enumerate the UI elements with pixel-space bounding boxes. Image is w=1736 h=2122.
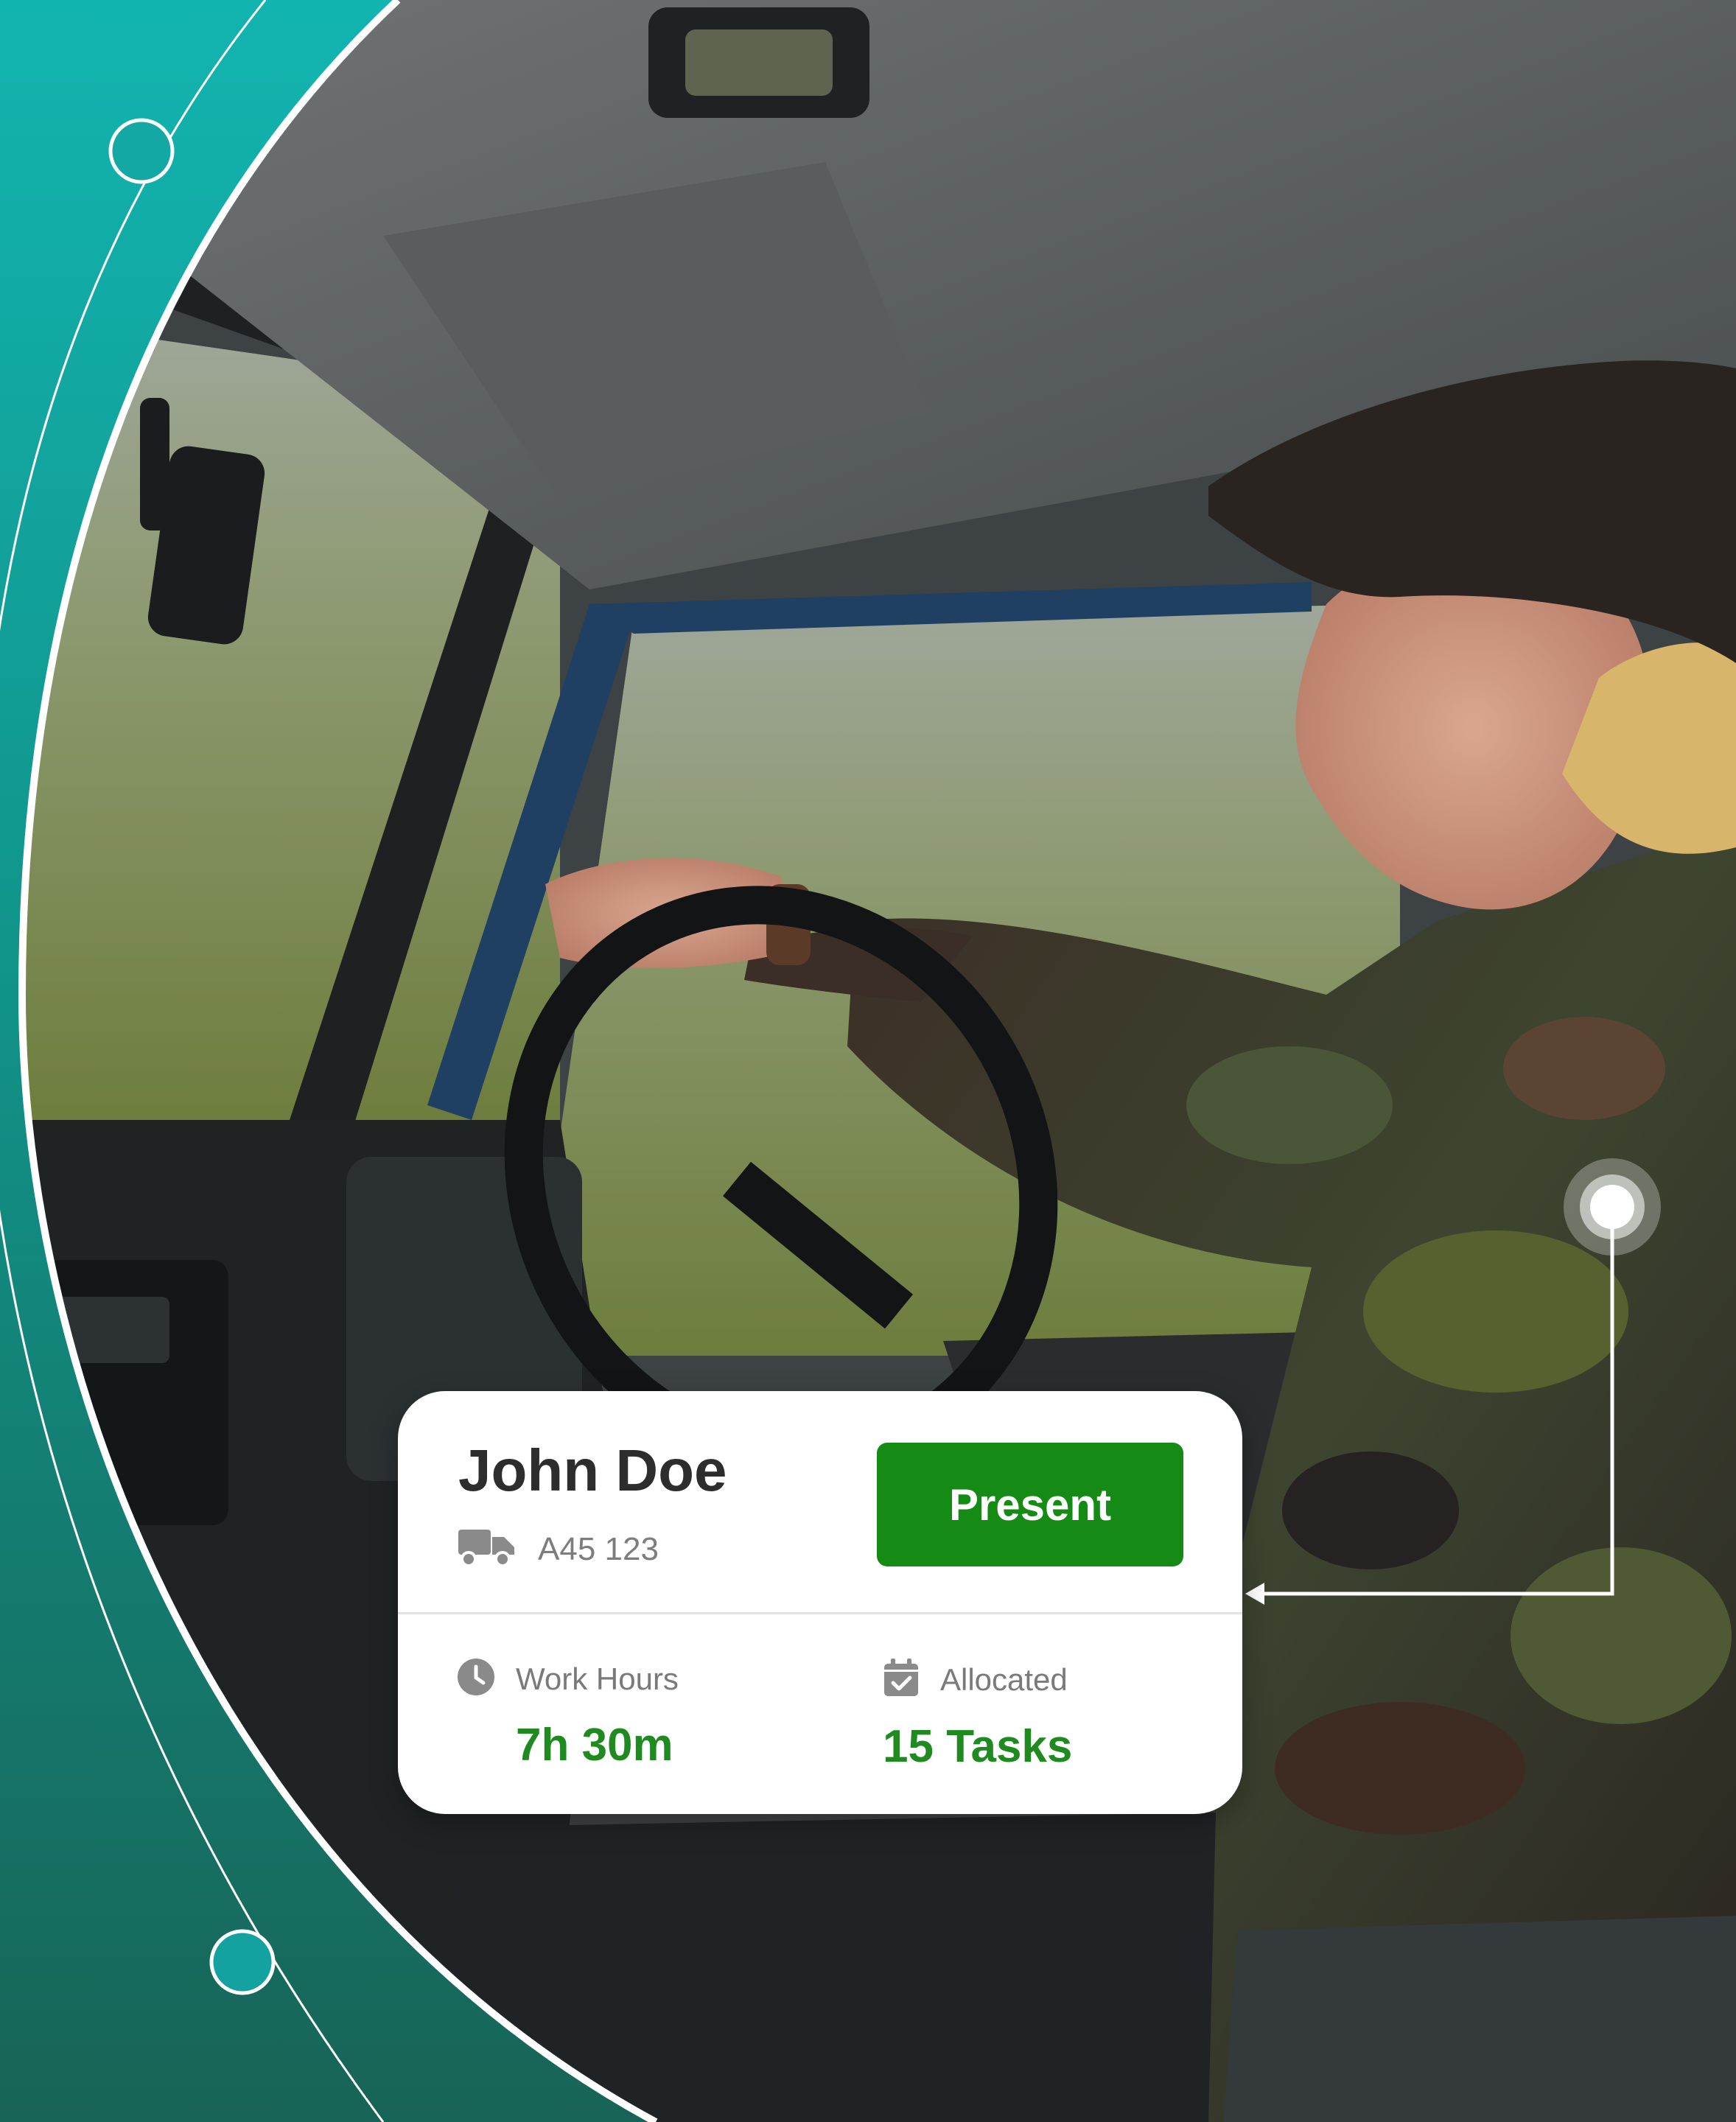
calendar-check-icon xyxy=(883,1658,920,1701)
status-present-button[interactable]: Present xyxy=(877,1443,1183,1566)
clock-icon xyxy=(457,1658,495,1700)
truck-icon xyxy=(457,1527,516,1572)
card-divider xyxy=(398,1612,1242,1614)
work-hours-value: 7h 30m xyxy=(516,1720,673,1771)
vehicle-info: A45 123 xyxy=(457,1527,659,1572)
driver-name: John Doe xyxy=(458,1438,727,1503)
work-hours-label: Work Hours xyxy=(516,1661,679,1696)
work-hours-stat: Work Hours 7h 30m xyxy=(457,1658,679,1771)
driver-status-card[interactable]: John Doe A45 123 Present Work Hours 7h 3… xyxy=(398,1391,1242,1814)
allocated-value: 15 Tasks xyxy=(883,1721,1073,1772)
allocated-label: Allocated xyxy=(940,1661,1068,1697)
allocated-stat: Allocated 15 Tasks xyxy=(883,1658,1072,1773)
vehicle-id: A45 123 xyxy=(538,1530,659,1567)
